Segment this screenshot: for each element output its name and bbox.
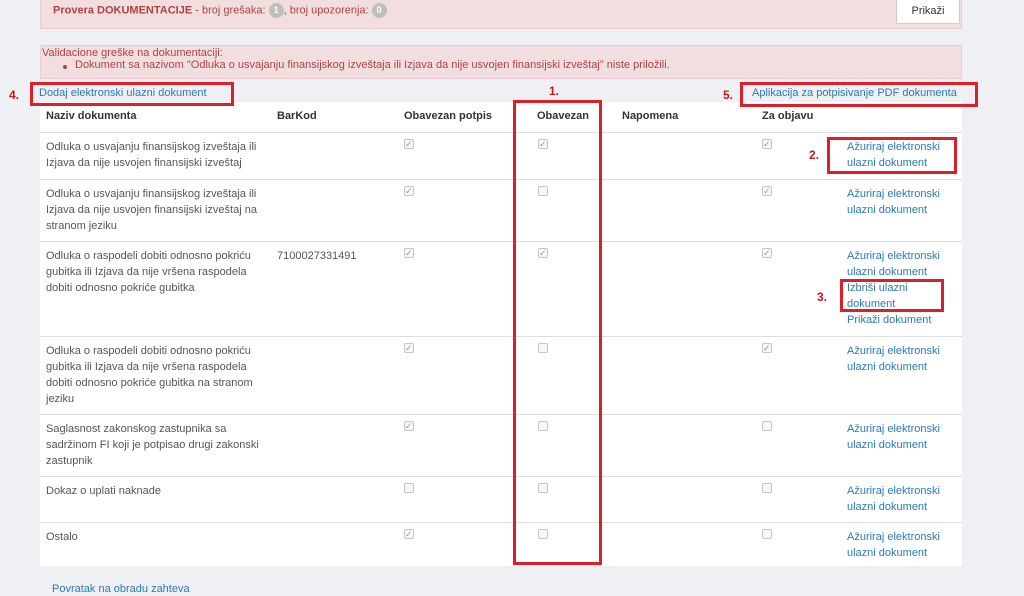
mandatory-checkbox xyxy=(538,136,548,154)
header-required-signature: Obavezan potpis xyxy=(404,110,493,122)
table-row: Odluka o usvajanju finansijskog izveštaj… xyxy=(40,132,962,179)
update-document-link[interactable]: Ažuriraj elektronski ulazni dokument xyxy=(847,248,957,280)
update-document-link[interactable]: Ažuriraj elektronski ulazni dokument xyxy=(847,483,957,515)
signature-checkbox xyxy=(404,340,414,358)
row-actions: Ažuriraj elektronski ulazni dokument xyxy=(847,483,957,515)
signature-checkbox xyxy=(404,482,414,498)
row-actions: Ažuriraj elektronski ulazni dokument xyxy=(847,343,957,375)
update-document-link[interactable]: Ažuriraj elektronski ulazni dokument xyxy=(847,139,957,171)
annotation-number-3: 3. xyxy=(817,290,828,304)
errors-count-badge: 1 xyxy=(268,3,284,18)
signature-checkbox xyxy=(404,526,414,544)
update-document-link[interactable]: Ažuriraj elektronski ulazni dokument xyxy=(847,421,957,453)
warnings-count-badge: 0 xyxy=(371,3,387,18)
validation-title: Validacione greške na dokumentaciji: xyxy=(42,47,223,59)
signature-checkbox xyxy=(404,183,414,201)
header-mandatory: Obavezan xyxy=(537,110,589,122)
signature-checkbox xyxy=(404,245,414,263)
documentation-status-bar: Provera DOKUMENTACIJE - broj grešaka: 1,… xyxy=(40,0,962,29)
annotation-number-5: 5. xyxy=(723,88,734,102)
delete-document-link[interactable]: Izbriši ulazni dokument xyxy=(847,280,957,312)
errors-label: - broj grešaka: xyxy=(192,4,269,17)
signature-checkbox xyxy=(404,418,414,436)
header-for-publication: Za objavu xyxy=(762,110,814,122)
warnings-label: , broj upozorenja: xyxy=(283,4,372,17)
show-document-link[interactable]: Prikaži dokument xyxy=(847,312,957,328)
publish-checkbox xyxy=(762,183,772,201)
publish-checkbox xyxy=(762,528,772,544)
back-to-request-link[interactable]: Povratak na obradu zahteva xyxy=(52,583,190,595)
document-name: Odluka o raspodeli dobiti odnosno pokrić… xyxy=(46,345,253,405)
row-actions: Ažuriraj elektronski ulazni dokument xyxy=(847,139,957,171)
publish-checkbox xyxy=(762,340,772,358)
status-title: Provera DOKUMENTACIJE xyxy=(53,4,193,17)
header-note: Napomena xyxy=(622,110,679,122)
row-actions: Ažuriraj elektronski ulazni dokument xyxy=(847,186,957,218)
header-document-name: Naziv dokumenta xyxy=(46,110,137,122)
validation-item: Dokument sa nazivom "Odluka o usvajanju … xyxy=(63,59,961,71)
documents-table: Naziv dokumenta BarKod Obavezan potpis O… xyxy=(40,102,962,566)
validation-errors-alert: Validacione greške na dokumentaciji: Dok… xyxy=(40,45,962,79)
show-button[interactable]: Prikaži xyxy=(896,0,960,24)
document-name: Odluka o usvajanju finansijskog izveštaj… xyxy=(46,141,257,169)
row-actions: Ažuriraj elektronski ulazni dokument Izb… xyxy=(847,248,957,328)
publish-checkbox xyxy=(762,482,772,498)
document-name: Saglasnost zakonskog zastupnika sa sadrž… xyxy=(46,423,259,467)
validation-list: Dokument sa nazivom "Odluka o usvajanju … xyxy=(63,59,961,71)
mandatory-checkbox xyxy=(538,245,548,263)
table-row: Ostalo Ažuriraj elektronski ulazni dokum… xyxy=(40,522,962,566)
status-text: Provera DOKUMENTACIJE - broj grešaka: 1,… xyxy=(53,3,387,18)
update-document-link[interactable]: Ažuriraj elektronski ulazni dokument xyxy=(847,186,957,218)
document-name: Dokaz o uplati naknade xyxy=(46,485,161,497)
annotation-number-1: 1. xyxy=(549,84,560,98)
mandatory-checkbox xyxy=(538,528,548,544)
update-document-link[interactable]: Ažuriraj elektronski ulazni dokument xyxy=(847,529,957,561)
update-document-link[interactable]: Ažuriraj elektronski ulazni dokument xyxy=(847,343,957,375)
table-row: Odluka o raspodeli dobiti odnosno pokrić… xyxy=(40,241,962,336)
annotation-number-4: 4. xyxy=(9,88,20,102)
mandatory-checkbox xyxy=(538,420,548,436)
mandatory-checkbox xyxy=(538,342,548,358)
mandatory-checkbox xyxy=(538,482,548,498)
table-row: Dokaz o uplati naknade Ažuriraj elektron… xyxy=(40,476,962,522)
document-name: Odluka o raspodeli dobiti odnosno pokrić… xyxy=(46,250,251,294)
table-row: Saglasnost zakonskog zastupnika sa sadrž… xyxy=(40,414,962,476)
annotation-number-2: 2. xyxy=(809,148,820,162)
add-electronic-document-link[interactable]: Dodaj elektronski ulazni dokument xyxy=(39,87,207,99)
row-actions: Ažuriraj elektronski ulazni dokument xyxy=(847,529,957,561)
publish-checkbox xyxy=(762,420,772,436)
publish-checkbox xyxy=(762,245,772,263)
mandatory-checkbox xyxy=(538,185,548,201)
signature-checkbox xyxy=(404,136,414,154)
pdf-signing-app-link[interactable]: Aplikacija za potpisivanje PDF dokumenta xyxy=(752,87,957,99)
row-actions: Ažuriraj elektronski ulazni dokument xyxy=(847,421,957,453)
document-name: Odluka o usvajanju finansijskog izveštaj… xyxy=(46,188,257,232)
header-barcode: BarKod xyxy=(277,110,317,122)
barcode-value: 7100027331491 xyxy=(277,250,357,262)
table-row: Odluka o raspodeli dobiti odnosno pokrić… xyxy=(40,336,962,414)
document-name: Ostalo xyxy=(46,531,78,543)
publish-checkbox xyxy=(762,136,772,154)
table-row: Odluka o usvajanju finansijskog izveštaj… xyxy=(40,179,962,241)
